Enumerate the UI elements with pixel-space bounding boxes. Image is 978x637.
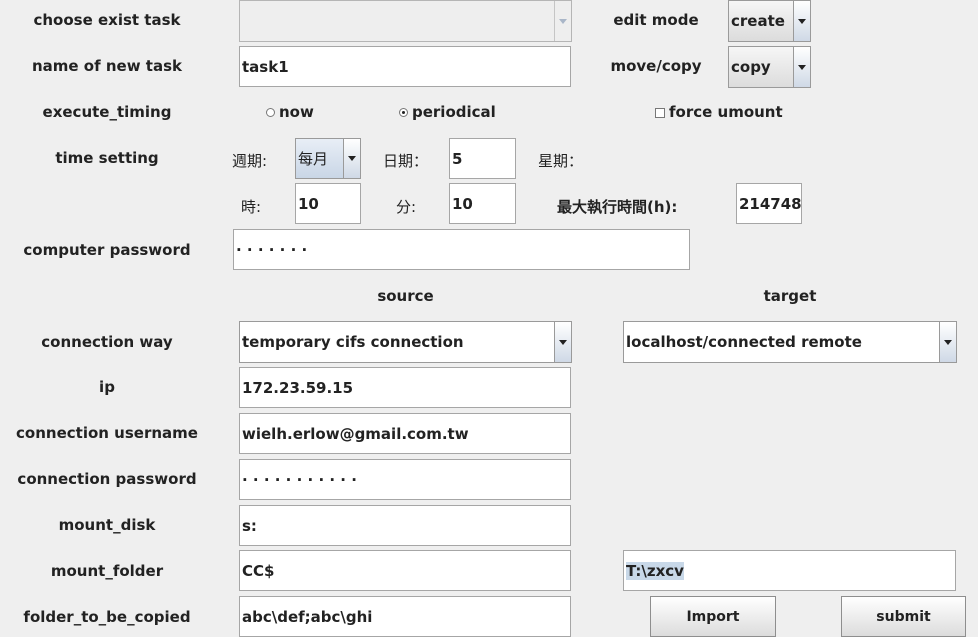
source-mount-folder-input[interactable]: CC$: [239, 550, 571, 591]
week-combo[interactable]: 每月: [295, 138, 361, 179]
max-exec-input[interactable]: 21474836: [736, 183, 802, 224]
edit-mode-combo[interactable]: create: [728, 0, 811, 42]
radio-now-icon[interactable]: [266, 108, 275, 117]
ip-input[interactable]: 172.23.59.15: [239, 367, 571, 408]
chevron-down-icon[interactable]: [554, 322, 571, 362]
target-mount-folder-selected-text: T:\zxcv: [626, 561, 684, 580]
minute-label: 分:: [396, 198, 417, 216]
edit-mode-label: edit mode: [613, 11, 699, 29]
connection-username-input[interactable]: wielh.erlow@gmail.com.tw: [239, 413, 571, 454]
mount-disk-label: mount_disk: [58, 516, 156, 534]
computer-password-input[interactable]: · · · · · · ·: [233, 229, 690, 270]
mount-folder-label: mount_folder: [50, 562, 164, 580]
edit-mode-value: create: [731, 12, 785, 30]
radio-periodical-label: periodical: [412, 103, 496, 121]
ip-label: ip: [99, 378, 115, 396]
connection-password-input[interactable]: · · · · · · · · · · ·: [239, 459, 571, 500]
submit-button[interactable]: submit: [841, 596, 966, 637]
move-copy-combo[interactable]: copy: [728, 46, 811, 88]
day-label: 日期：: [383, 152, 429, 170]
target-mount-folder-input[interactable]: T:\zxcv: [623, 550, 956, 591]
connection-way-label: connection way: [41, 333, 173, 351]
weekday-label: 星期：: [538, 152, 584, 170]
radio-now-label: now: [279, 103, 314, 121]
move-copy-value: copy: [731, 58, 771, 76]
choose-exist-task-label: choose exist task: [33, 11, 181, 29]
choose-exist-task-combo[interactable]: [239, 0, 572, 42]
source-connection-way-value: temporary cifs connection: [242, 333, 464, 351]
checkbox-icon[interactable]: [655, 107, 665, 118]
computer-password-label: computer password: [23, 241, 191, 259]
execute-timing-label: execute_timing: [42, 103, 172, 121]
folder-to-be-copied-label: folder_to_be_copied: [23, 608, 191, 626]
radio-now[interactable]: now: [266, 103, 314, 121]
move-copy-label: move/copy: [610, 57, 702, 75]
target-header: target: [763, 287, 817, 305]
target-connection-way-combo[interactable]: localhost/connected remote: [623, 321, 957, 363]
choose-exist-task-value: [240, 1, 554, 41]
source-header: source: [377, 287, 434, 305]
connection-username-label: connection username: [16, 424, 198, 442]
chevron-down-icon[interactable]: [343, 139, 360, 178]
day-input[interactable]: 5: [449, 138, 516, 179]
source-connection-way-combo[interactable]: temporary cifs connection: [239, 321, 572, 363]
minute-input[interactable]: 10: [449, 183, 516, 224]
import-button[interactable]: Import: [650, 596, 776, 637]
name-of-new-task-label: name of new task: [31, 57, 182, 75]
chevron-down-icon[interactable]: [793, 1, 810, 41]
max-exec-label: 最大執行時間(h):: [557, 198, 678, 216]
chevron-down-icon[interactable]: [554, 1, 571, 41]
folder-to-be-copied-input[interactable]: abc\def;abc\ghi: [239, 596, 571, 637]
radio-periodical-icon[interactable]: [399, 108, 408, 117]
radio-periodical[interactable]: periodical: [399, 103, 496, 121]
force-umount-label: force umount: [669, 103, 783, 121]
task-name-input[interactable]: task1: [239, 46, 571, 87]
week-value: 每月: [298, 150, 329, 168]
chevron-down-icon[interactable]: [939, 322, 956, 362]
mount-disk-input[interactable]: s:: [239, 505, 571, 546]
time-setting-label: time setting: [55, 149, 159, 167]
target-connection-way-value: localhost/connected remote: [626, 333, 862, 351]
chevron-down-icon[interactable]: [793, 47, 810, 87]
hour-label: 時:: [241, 198, 262, 216]
week-label: 週期:: [232, 152, 268, 170]
hour-input[interactable]: 10: [295, 183, 361, 224]
connection-password-label: connection password: [17, 470, 197, 488]
force-umount-checkbox[interactable]: force umount: [655, 103, 783, 121]
